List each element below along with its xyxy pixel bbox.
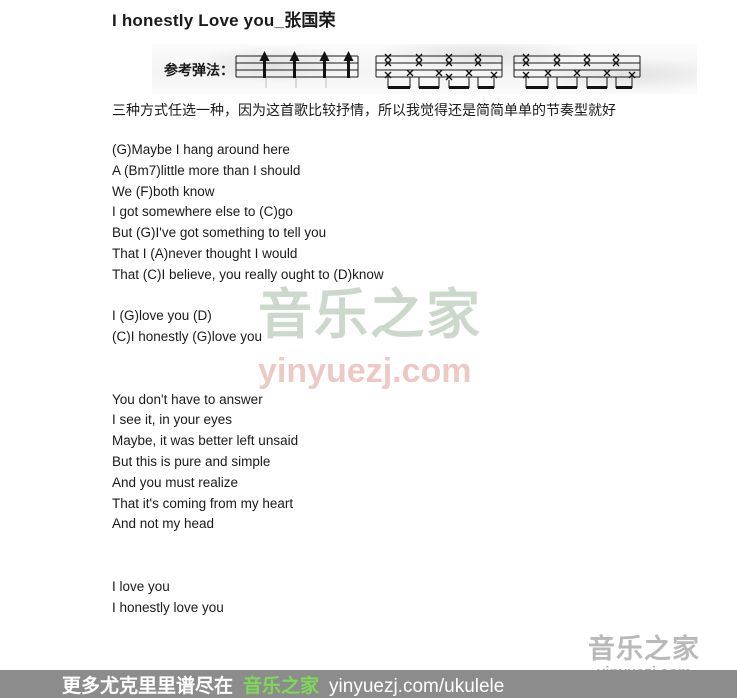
lyric-line: We (F)both know — [112, 183, 215, 199]
notation-block-x-notes-a — [374, 50, 504, 90]
banner-url[interactable]: yinyuezj.com/ukulele — [329, 676, 504, 698]
lyric-line: But this is pure and simple — [112, 453, 271, 469]
lyric-line: That I (A)never thought I would — [112, 245, 298, 261]
lyric-line: I honestly love you — [112, 599, 224, 615]
lyric-line: Maybe, it was better left unsaid — [112, 433, 299, 449]
song-sheet-page: I honestly Love you_张国荣 参考弹法： 三种方式任选一种，因… — [0, 0, 737, 698]
lyric-line: That it's coming from my heart — [112, 495, 294, 511]
lyric-line: I (G)love you (D) — [112, 308, 212, 324]
banner-content: 更多尤克里里谱尽在 音乐之家 yinyuezj.com/ukulele — [62, 671, 504, 698]
lyrics-block: (G)Maybe I hang around here A (Bm7)little… — [112, 140, 632, 618]
lyric-line: You don't have to answer — [112, 391, 263, 407]
lyric-line: And you must realize — [112, 474, 239, 490]
page-title: I honestly Love you_张国荣 — [112, 11, 336, 30]
watermark-corner-cn: 音乐之家 — [588, 634, 700, 664]
notation-block-arrows — [234, 50, 360, 90]
lyric-line: (G)Maybe I hang around here — [112, 142, 290, 157]
strumming-note-text: 三种方式任选一种，因为这首歌比较抒情，所以我觉得还是简简单单的节奏型就好 — [112, 102, 616, 118]
lyric-line: I see it, in your eyes — [112, 412, 233, 428]
lyric-line: A (Bm7)little more than I should — [112, 162, 301, 178]
strumming-label: 参考弹法： — [164, 62, 234, 78]
lyric-line: But (G)I've got something to tell you — [112, 225, 327, 241]
lyric-line: I got somewhere else to (C)go — [112, 204, 293, 220]
lyric-line: That (C)I believe, you really ought to (… — [112, 266, 384, 282]
strumming-pattern-section: 参考弹法： — [112, 44, 697, 96]
lyric-line: (C)I honestly (G)love you — [112, 329, 263, 345]
lyric-line: And not my head — [112, 516, 215, 532]
banner-brand-name: 音乐之家 — [243, 675, 320, 697]
lyric-line: I love you — [112, 578, 170, 594]
bottom-promo-banner: 更多尤克里里谱尽在 音乐之家 yinyuezj.com/ukulele — [0, 670, 737, 698]
banner-tagline: 更多尤克里里谱尽在 — [62, 675, 234, 697]
notation-block-x-notes-b — [512, 50, 642, 90]
